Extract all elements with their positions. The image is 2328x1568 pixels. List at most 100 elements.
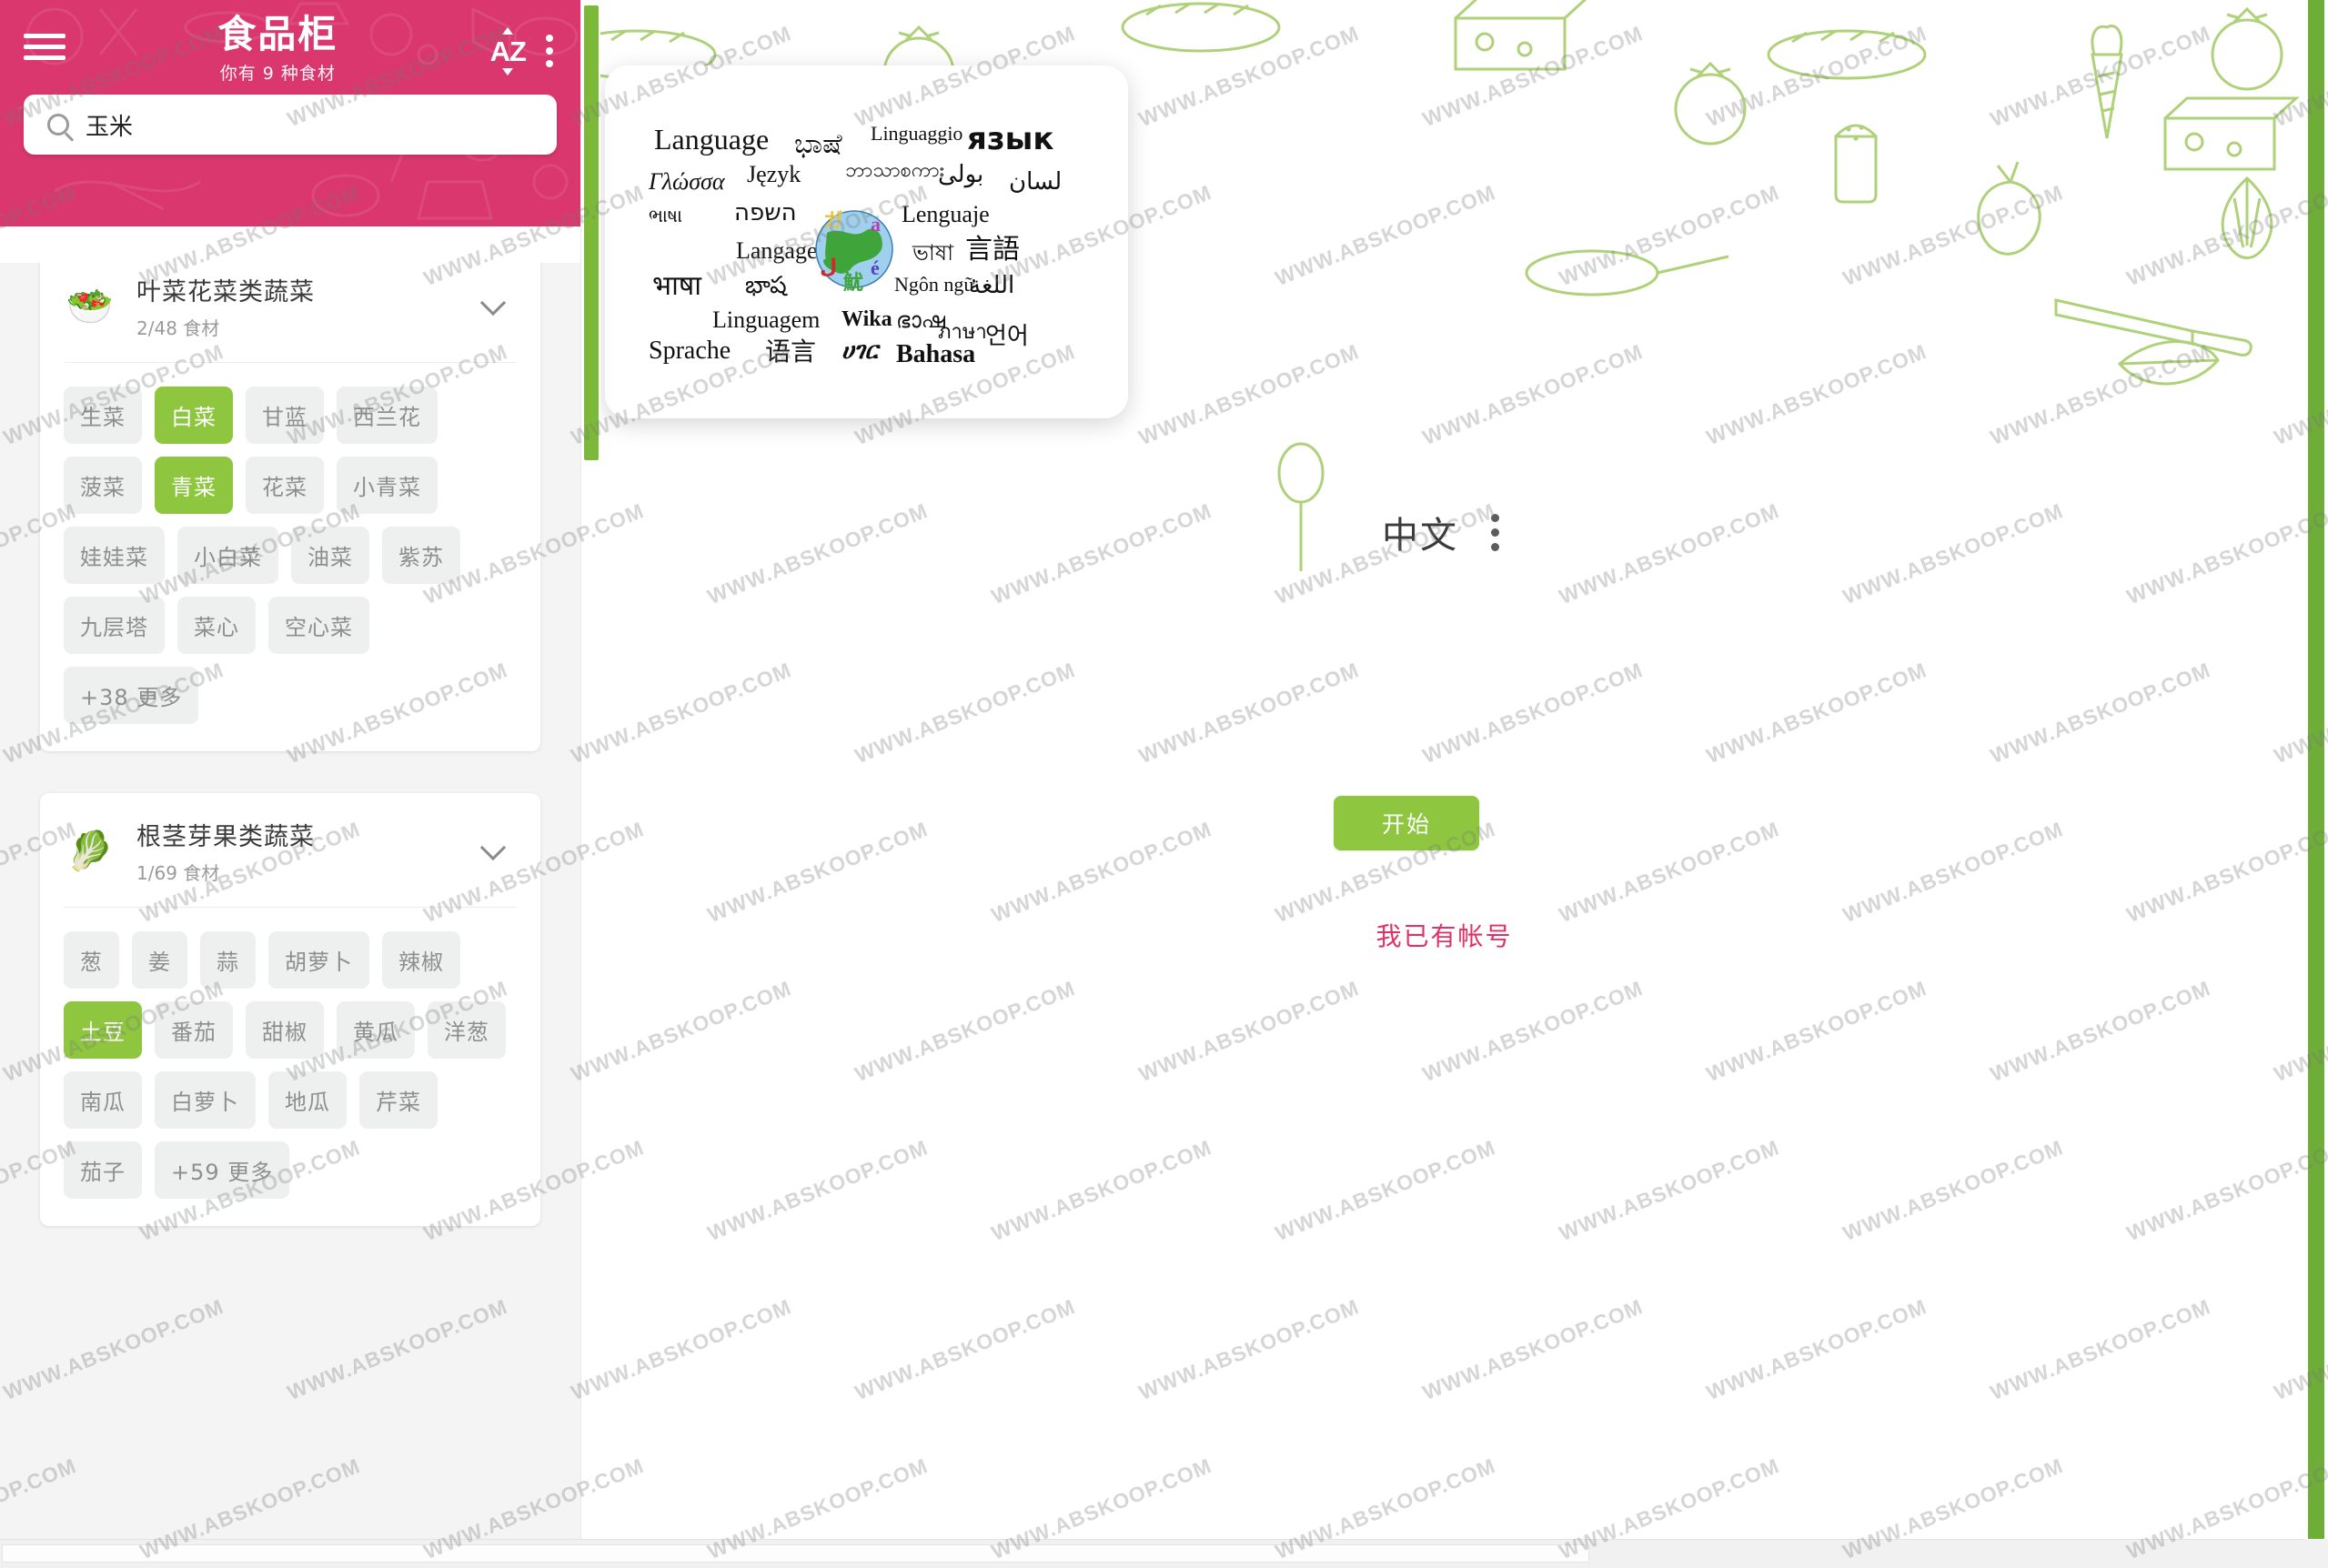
- ingredient-chip[interactable]: 小白菜: [177, 527, 278, 584]
- ingredient-chip[interactable]: 茄子: [64, 1141, 142, 1199]
- svg-text:Γλώσσα: Γλώσσα: [649, 168, 726, 195]
- ingredient-chip[interactable]: 甘蓝: [246, 387, 324, 444]
- ingredient-chip[interactable]: 青菜: [155, 457, 233, 514]
- svg-text:اللغة: اللغة: [969, 272, 1014, 299]
- svg-text:Linguagem: Linguagem: [712, 307, 820, 333]
- have-account-link[interactable]: 我已有帐号: [582, 917, 2306, 953]
- horizontal-scrollbar-thumb[interactable]: [2, 1544, 1589, 1563]
- svg-text:é: é: [871, 256, 880, 279]
- ingredient-chip[interactable]: 蒜: [200, 931, 256, 989]
- hamburger-menu-icon[interactable]: [24, 25, 66, 67]
- svg-text:השפה: השפה: [734, 199, 797, 226]
- page-title: 食品柜: [217, 12, 338, 56]
- ingredient-chip[interactable]: 甜椒: [246, 1001, 324, 1059]
- panel-scrollbar-thumb[interactable]: [584, 5, 599, 460]
- svg-text:Lenguaje: Lenguaje: [902, 201, 990, 227]
- ingredient-chip[interactable]: 南瓜: [64, 1071, 142, 1129]
- svg-text:язык: язык: [967, 121, 1053, 157]
- panel-scrollbar[interactable]: [580, 0, 600, 1539]
- category-count: 1/69 食材: [136, 862, 220, 884]
- sort-az-label: AZ: [489, 35, 527, 67]
- svg-text:Sprache: Sprache: [649, 337, 731, 365]
- chip-grid: 葱 姜 蒜 胡萝卜 辣椒 土豆 番茄 甜椒 黄瓜 洋葱 南瓜 白萝卜 地瓜 芹菜…: [40, 908, 540, 1226]
- svg-text:ಭಾಷೆ: ಭಾಷೆ: [794, 128, 842, 160]
- chevron-down-icon[interactable]: [479, 289, 507, 316]
- svg-text:ভাষা: ভাষা: [912, 240, 954, 266]
- svg-text:Wika: Wika: [842, 307, 892, 331]
- search-icon: [47, 114, 69, 136]
- ingredient-chip[interactable]: 紫苏: [382, 527, 460, 584]
- more-ingredients-chip[interactable]: +59 更多: [155, 1141, 290, 1199]
- ingredient-list: 🥗 叶菜花菜类蔬菜 2/48 食材 生菜 白菜 甘蓝 西兰花 菠菜 青菜 花菜 …: [0, 226, 580, 1539]
- chevron-down-icon[interactable]: [479, 834, 507, 860]
- ingredient-chip[interactable]: 姜: [132, 931, 187, 989]
- ingredient-chip[interactable]: 白萝卜: [155, 1071, 256, 1129]
- language-selector-row[interactable]: 中文: [582, 506, 2306, 558]
- category-header[interactable]: 🥗 叶菜花菜类蔬菜 2/48 食材: [40, 248, 540, 362]
- ingredient-chip[interactable]: 芹菜: [359, 1071, 438, 1129]
- svg-text:a: a: [871, 213, 881, 236]
- svg-text:语言: 语言: [765, 337, 816, 367]
- svg-text:Ngôn ngữ: Ngôn ngữ: [894, 273, 975, 296]
- ingredient-chip[interactable]: 地瓜: [268, 1071, 347, 1129]
- ingredient-chip[interactable]: 辣椒: [382, 931, 460, 989]
- svg-text:ガ: ガ: [823, 210, 843, 233]
- ingredient-chip[interactable]: 油菜: [291, 527, 369, 584]
- ingredient-chip[interactable]: 白菜: [155, 387, 233, 444]
- ingredient-chip[interactable]: 生菜: [64, 387, 142, 444]
- ingredient-chip[interactable]: 空心菜: [268, 597, 369, 654]
- page-scrollbar[interactable]: [2304, 0, 2328, 1539]
- category-card: 🥗 叶菜花菜类蔬菜 2/48 食材 生菜 白菜 甘蓝 西兰花 菠菜 青菜 花菜 …: [40, 248, 540, 751]
- search-input[interactable]: [86, 111, 533, 138]
- ingredient-chip[interactable]: 土豆: [64, 1001, 142, 1059]
- sort-az-icon[interactable]: AZ: [489, 26, 527, 75]
- ingredient-chip[interactable]: 番茄: [155, 1001, 233, 1059]
- food-cabinet-panel: 食品柜 你有 9 种食材 AZ 🥗: [0, 0, 580, 1539]
- svg-text:Język: Język: [747, 161, 801, 187]
- ingredient-chip[interactable]: 葱: [64, 931, 119, 989]
- svg-text:Language: Language: [654, 123, 769, 156]
- svg-text:Bahasa: Bahasa: [896, 340, 975, 368]
- ingredient-count-subtitle: 你有 9 种食材: [219, 64, 336, 85]
- ingredient-chip[interactable]: 黄瓜: [337, 1001, 415, 1059]
- ingredient-chip[interactable]: 娃娃菜: [64, 527, 165, 584]
- more-vertical-icon[interactable]: [542, 31, 557, 71]
- mixed-vegetables-icon: 🥗: [66, 284, 115, 327]
- svg-text:ل: ل: [820, 256, 837, 278]
- svg-text:भाषा: भाषा: [652, 270, 702, 302]
- svg-text:ဘာသာစကား: ဘာသာစကား: [845, 159, 944, 182]
- svg-text:ભાષા: ભાષા: [649, 205, 682, 226]
- ingredient-chip[interactable]: 洋葱: [428, 1001, 506, 1059]
- category-card: 🥬 根茎芽果类蔬菜 1/69 食材 葱 姜 蒜 胡萝卜 辣椒 土豆 番茄 甜椒 …: [40, 793, 540, 1226]
- header-actions: AZ: [489, 26, 557, 75]
- svg-text:ሀገር: ሀገር: [842, 337, 881, 364]
- ingredient-chip[interactable]: 菜心: [177, 597, 256, 654]
- more-vertical-icon[interactable]: [1484, 508, 1507, 557]
- search-bar: [0, 95, 580, 155]
- root-vegetables-icon: 🥬: [66, 829, 115, 872]
- current-language-label[interactable]: 中文: [1382, 506, 1458, 558]
- horizontal-scrollbar[interactable]: [0, 1539, 2328, 1568]
- search-box[interactable]: [24, 95, 557, 155]
- ingredient-chip[interactable]: 西兰花: [337, 387, 438, 444]
- category-count: 2/48 食材: [136, 317, 220, 339]
- page-scrollbar-thumb[interactable]: [2308, 0, 2324, 1539]
- ingredient-chip[interactable]: 小青菜: [337, 457, 438, 514]
- svg-text:لسان: لسان: [1009, 168, 1062, 196]
- svg-text:Linguaggio: Linguaggio: [871, 122, 962, 145]
- start-button[interactable]: 开始: [1334, 796, 1479, 850]
- svg-text:Langage: Langage: [736, 237, 818, 264]
- svg-text:魷: 魷: [843, 271, 863, 295]
- category-header[interactable]: 🥬 根茎芽果类蔬菜 1/69 食材: [40, 793, 540, 907]
- language-globe-image: Language ಭಾಷೆ Linguaggio язык Γλώσσα Jęz…: [649, 121, 1062, 368]
- ingredient-chip[interactable]: 九层塔: [64, 597, 165, 654]
- svg-text:بولی: بولی: [938, 161, 983, 188]
- ingredient-chip[interactable]: 菠菜: [64, 457, 142, 514]
- ingredient-chip[interactable]: 花菜: [246, 457, 324, 514]
- svg-text:언어: 언어: [985, 323, 1029, 350]
- ingredient-chip[interactable]: 胡萝卜: [268, 931, 369, 989]
- more-ingredients-chip[interactable]: +38 更多: [64, 667, 199, 724]
- category-title: 根茎芽果类蔬菜: [136, 823, 315, 851]
- sheet-top-rounder: [0, 226, 580, 263]
- chip-grid: 生菜 白菜 甘蓝 西兰花 菠菜 青菜 花菜 小青菜 娃娃菜 小白菜 油菜 紫苏 …: [40, 363, 540, 751]
